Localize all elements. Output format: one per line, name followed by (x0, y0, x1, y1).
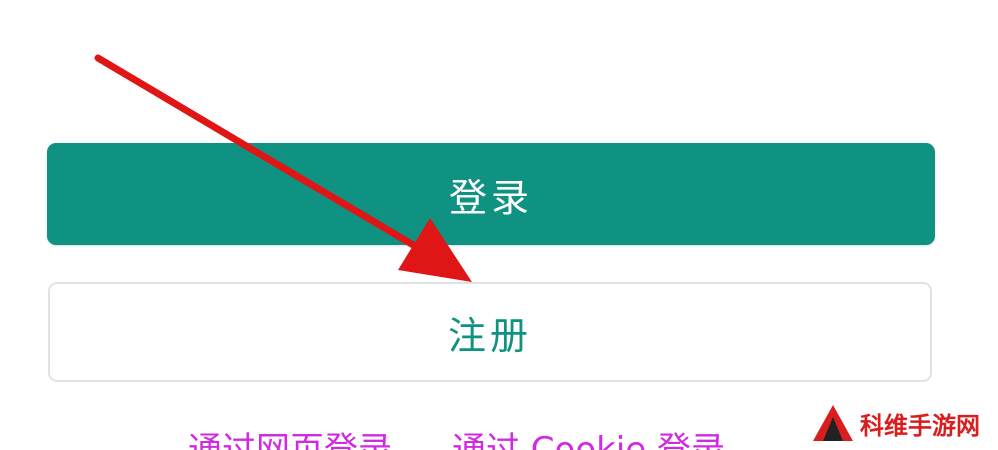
watermark-text: 科维手游网 (860, 411, 980, 440)
watermark-logo-icon (813, 405, 853, 441)
login-button[interactable]: 登录 (47, 143, 935, 245)
alt-login-links: 通过网页登录 通过 Cookie 登录 (188, 422, 725, 450)
watermark: 科维手游网 (812, 403, 980, 443)
register-button[interactable]: 注册 (48, 282, 932, 382)
web-login-link[interactable]: 通过网页登录 (188, 422, 392, 450)
login-screen: 登录 注册 通过网页登录 通过 Cookie 登录 科维手游网 (0, 0, 998, 450)
cookie-login-link[interactable]: 通过 Cookie 登录 (452, 422, 725, 450)
